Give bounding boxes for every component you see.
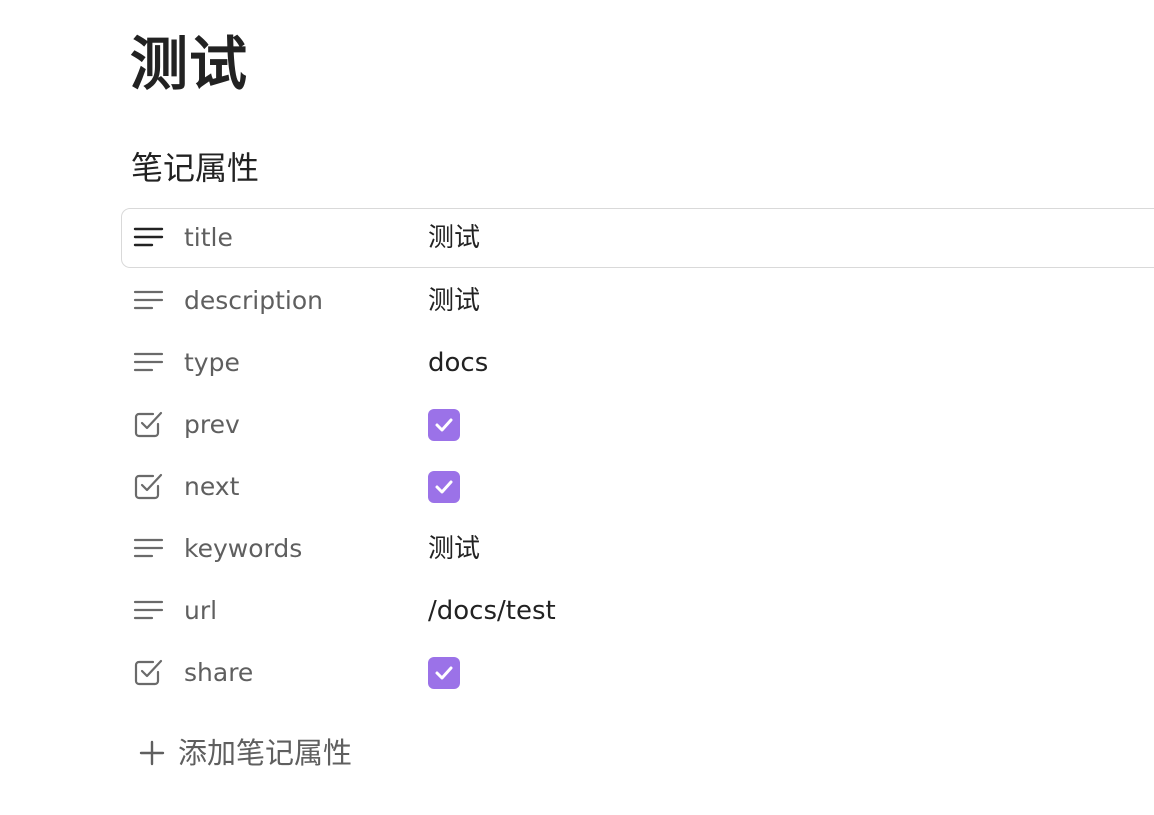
- page-title: 测试: [130, 30, 249, 98]
- property-key[interactable]: next: [184, 471, 239, 503]
- property-checkbox[interactable]: [428, 409, 460, 441]
- property-value[interactable]: /docs/test: [428, 595, 556, 627]
- checkbox-icon: [133, 409, 165, 441]
- property-row-url[interactable]: url /docs/test: [121, 580, 1154, 642]
- property-value[interactable]: 测试: [428, 285, 480, 317]
- text-lines-icon: [133, 595, 165, 627]
- add-property-button[interactable]: 添加笔记属性: [138, 733, 352, 773]
- property-key[interactable]: keywords: [184, 533, 302, 565]
- property-key[interactable]: url: [184, 595, 217, 627]
- property-value[interactable]: 测试: [428, 533, 480, 565]
- text-lines-icon: [133, 285, 165, 317]
- property-key[interactable]: type: [184, 347, 240, 379]
- property-row-next[interactable]: next: [121, 456, 1154, 518]
- check-icon: [435, 418, 453, 432]
- property-key[interactable]: share: [184, 657, 253, 689]
- property-key[interactable]: prev: [184, 409, 240, 441]
- text-lines-icon: [133, 347, 165, 379]
- property-row-type[interactable]: type docs: [121, 332, 1154, 394]
- property-row-share[interactable]: share: [121, 642, 1154, 704]
- checkbox-icon: [133, 657, 165, 689]
- check-icon: [435, 666, 453, 680]
- checkbox-icon: [133, 471, 165, 503]
- property-checkbox[interactable]: [428, 657, 460, 689]
- property-row-description[interactable]: description 测试: [121, 270, 1154, 332]
- property-value[interactable]: 测试: [428, 222, 480, 254]
- properties-list: title 测试 description 测试 type docs prev n…: [121, 208, 1154, 704]
- add-property-label: 添加笔记属性: [178, 736, 353, 770]
- property-row-prev[interactable]: prev: [121, 394, 1154, 456]
- property-row-title[interactable]: title 测试: [121, 208, 1154, 268]
- property-row-keywords[interactable]: keywords 测试: [121, 518, 1154, 580]
- text-lines-icon: [133, 222, 165, 254]
- property-checkbox[interactable]: [428, 471, 460, 503]
- property-key[interactable]: title: [184, 222, 233, 254]
- property-key[interactable]: description: [184, 285, 323, 317]
- check-icon: [435, 480, 453, 494]
- plus-icon: [138, 739, 166, 767]
- property-value[interactable]: docs: [428, 347, 488, 379]
- properties-heading: 笔记属性: [131, 149, 260, 187]
- text-lines-icon: [133, 533, 165, 565]
